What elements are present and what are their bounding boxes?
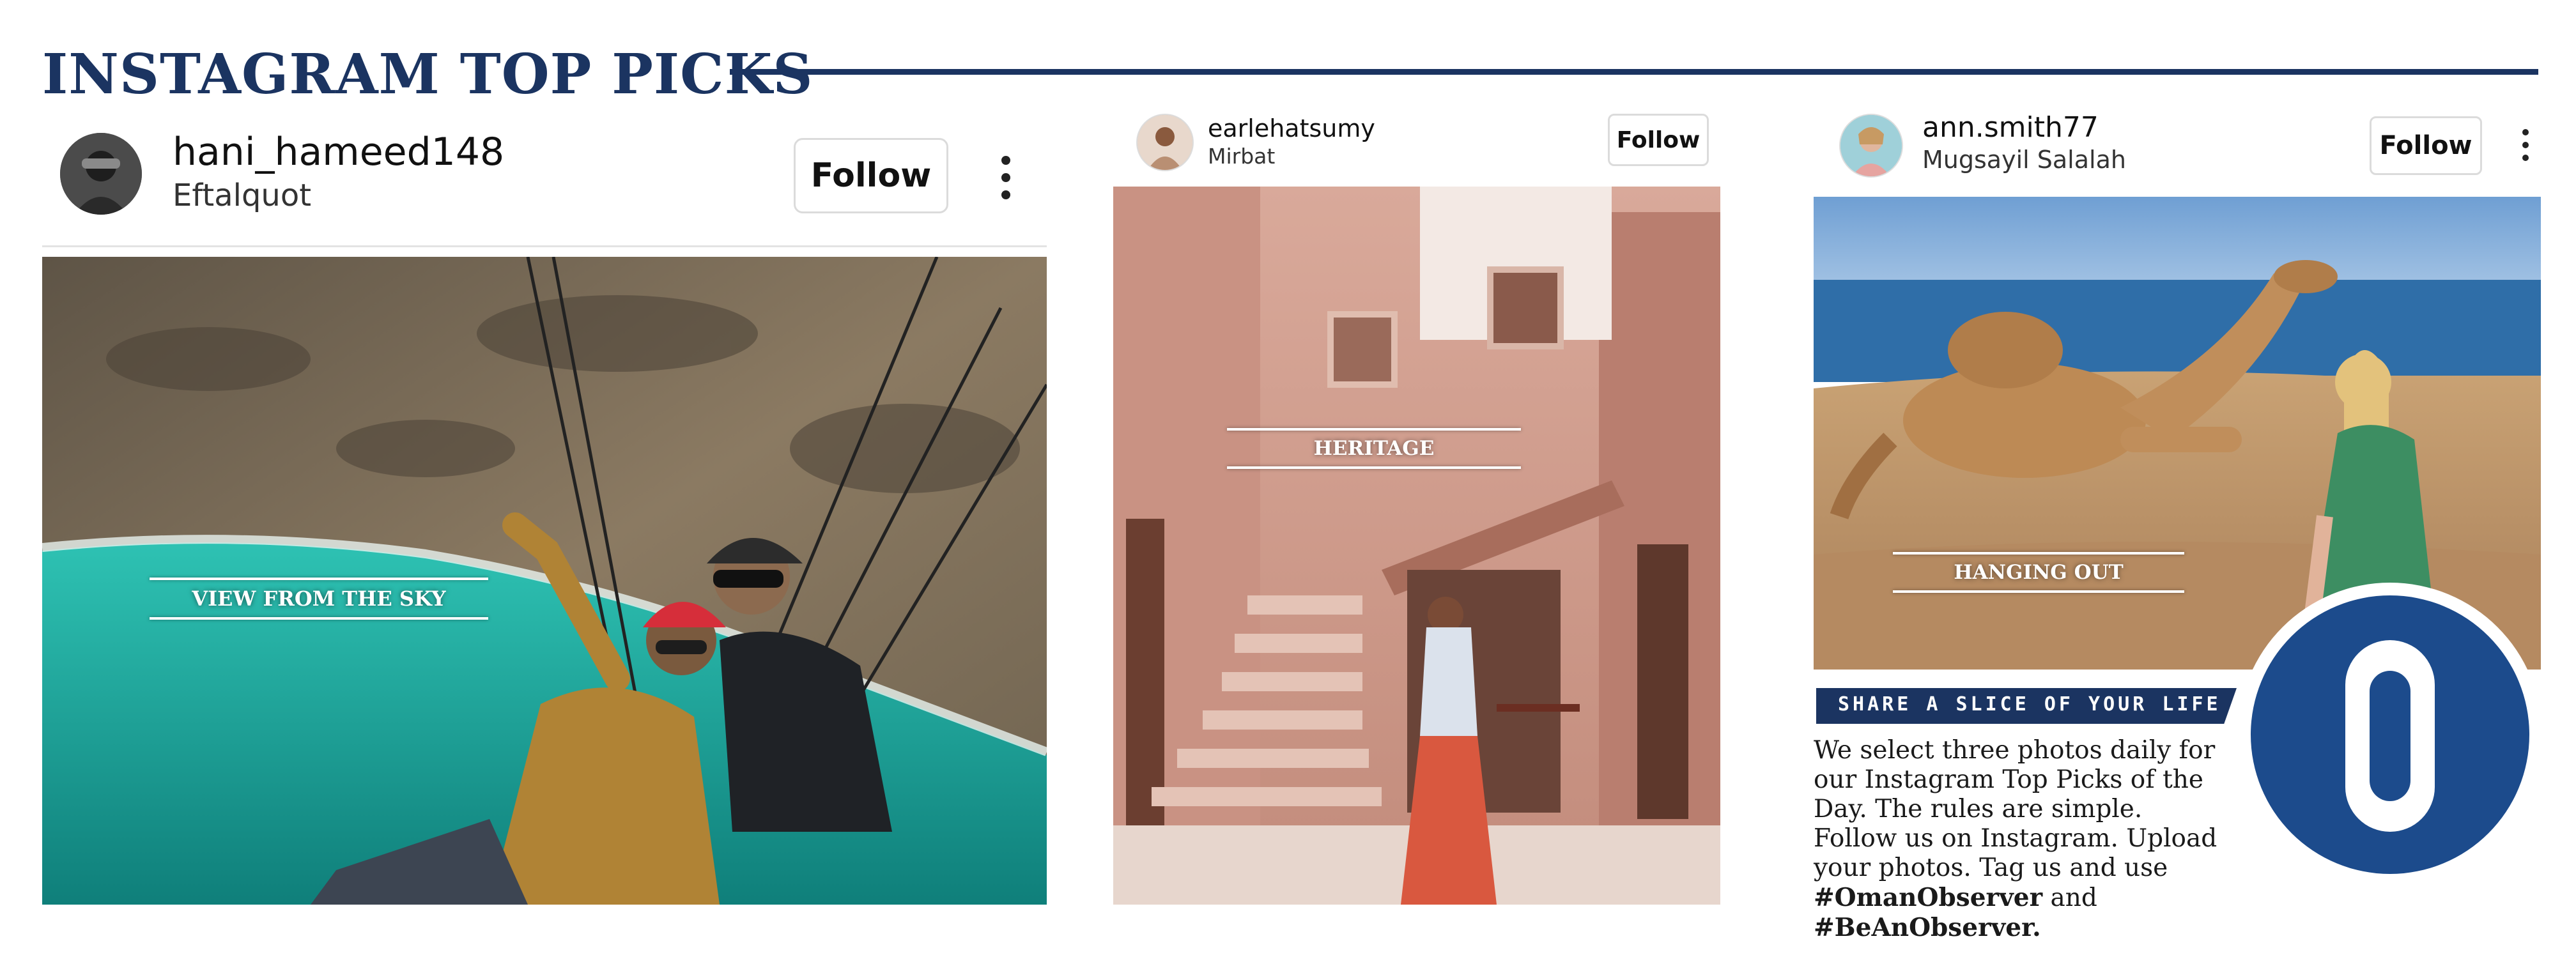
username[interactable]: hani_hameed148 — [173, 129, 504, 175]
follow-button[interactable]: Follow — [794, 138, 948, 213]
share-body-text: We select three photos daily for our Ins… — [1814, 736, 2217, 882]
photo-caption: HANGING OUT — [1893, 552, 2184, 593]
follow-button[interactable]: Follow — [2370, 116, 2482, 175]
follow-button[interactable]: Follow — [1608, 114, 1709, 166]
post-header-3: ann.smith77 Mugsayil Salalah Follow — [1814, 106, 2542, 193]
follow-label: Follow — [2379, 131, 2472, 160]
location[interactable]: Mirbat — [1208, 143, 1275, 170]
share-heading: SHARE A SLICE OF YOUR LIFE — [1838, 693, 2221, 716]
username[interactable]: earlehatsumy — [1208, 114, 1375, 143]
share-heading-banner: SHARE A SLICE OF YOUR LIFE — [1816, 688, 2237, 724]
location[interactable]: Eftalquot — [173, 176, 311, 215]
photo-caption: HERITAGE — [1227, 428, 1521, 469]
hashtag-oman-observer[interactable]: #OmanObserver — [1814, 883, 2042, 912]
follow-label: Follow — [810, 157, 932, 195]
hashtag-be-an-observer[interactable]: #BeAnObserver. — [1814, 913, 2041, 942]
more-vertical-icon[interactable] — [2522, 129, 2529, 161]
photo-caption: VIEW FROM THE SKY — [150, 578, 488, 620]
follow-label: Follow — [1616, 126, 1701, 153]
hashtag-joiner: and — [2042, 884, 2097, 912]
post-header-2: earlehatsumy Mirbat Follow — [1113, 107, 1720, 185]
post-photo-2 — [1113, 187, 1720, 905]
location[interactable]: Mugsayil Salalah — [1922, 144, 2126, 175]
observer-logo — [2237, 581, 2543, 888]
post-header-1: hani_hameed148 Eftalquot Follow — [42, 112, 1047, 247]
avatar[interactable] — [1136, 114, 1194, 171]
page-title: INSTAGRAM TOP PICKS — [42, 42, 814, 107]
more-vertical-icon[interactable] — [1001, 156, 1011, 199]
avatar[interactable] — [1839, 114, 1903, 178]
username[interactable]: ann.smith77 — [1922, 111, 2099, 144]
avatar[interactable] — [60, 133, 142, 215]
title-divider — [730, 69, 2538, 75]
